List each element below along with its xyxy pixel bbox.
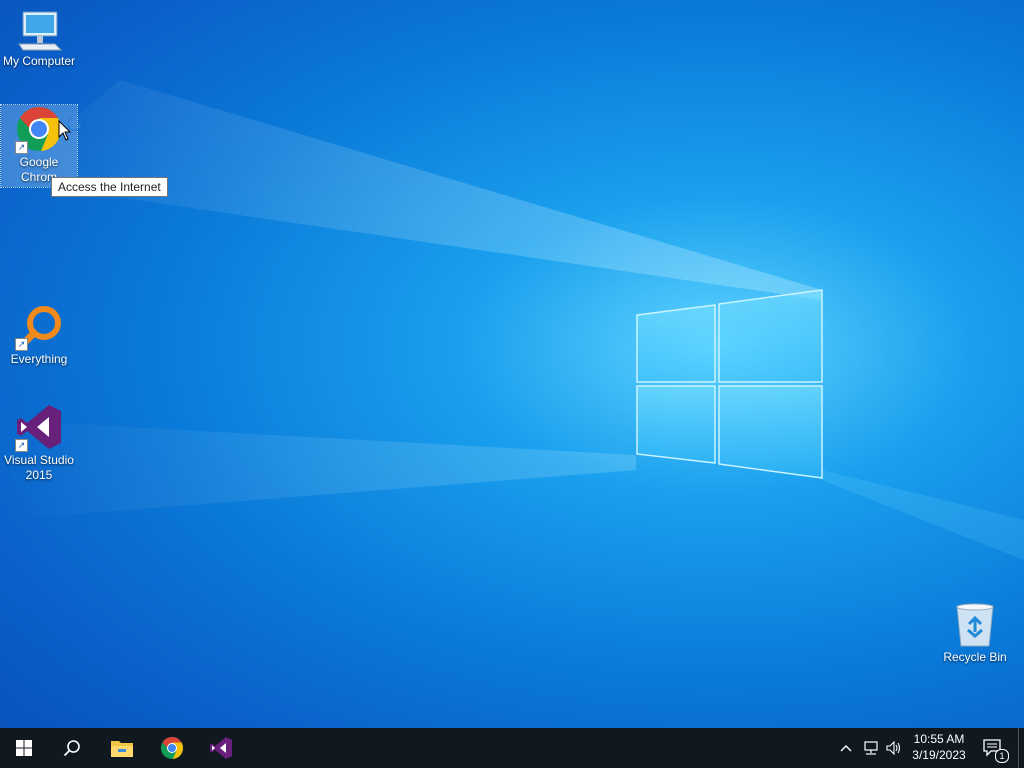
file-explorer-icon bbox=[111, 741, 133, 757]
taskbar-file-explorer[interactable] bbox=[98, 728, 146, 768]
speaker-icon bbox=[886, 741, 901, 755]
notification-count-badge: 1 bbox=[995, 749, 1009, 763]
shortcut-arrow-icon: ↗ bbox=[15, 141, 28, 154]
taskbar-chrome[interactable] bbox=[148, 728, 196, 768]
icon-label-line2: 2015 bbox=[25, 468, 53, 482]
desktop-icon-my-computer[interactable]: My Computer bbox=[1, 8, 77, 69]
show-desktop-button[interactable] bbox=[1018, 728, 1024, 768]
icon-label: Everything bbox=[10, 352, 68, 366]
busy-cursor-icon bbox=[67, 117, 81, 131]
visual-studio-icon bbox=[210, 737, 232, 759]
clock[interactable]: 10:55 AM 3/19/2023 bbox=[904, 731, 974, 763]
search-icon bbox=[63, 740, 80, 757]
action-center-button[interactable]: 1 bbox=[981, 728, 1009, 768]
recycle-bin-icon bbox=[956, 603, 994, 647]
start-button[interactable] bbox=[0, 728, 48, 768]
volume-button[interactable] bbox=[883, 728, 905, 768]
windows-start-icon bbox=[16, 740, 32, 756]
network-button[interactable] bbox=[860, 728, 882, 768]
tooltip: Access the Internet bbox=[51, 177, 168, 197]
shortcut-arrow-icon: ↗ bbox=[15, 439, 28, 452]
network-icon bbox=[864, 741, 878, 755]
icon-label-line1: Visual Studio bbox=[4, 453, 74, 467]
desktop-icon-everything[interactable]: ↗ Everything bbox=[1, 304, 77, 367]
computer-icon bbox=[18, 11, 63, 51]
chrome-icon bbox=[161, 737, 184, 759]
desktop-icon-visual-studio[interactable]: ↗ Visual Studio 2015 bbox=[1, 403, 77, 483]
desktop-icon-recycle-bin[interactable]: Recycle Bin bbox=[937, 602, 1013, 665]
icon-label: My Computer bbox=[2, 54, 76, 68]
search-button[interactable] bbox=[48, 728, 96, 768]
taskbar-visual-studio[interactable] bbox=[197, 728, 245, 768]
icon-label: Recycle Bin bbox=[943, 650, 1007, 664]
clock-date: 3/19/2023 bbox=[912, 748, 966, 762]
wallpaper bbox=[0, 80, 1024, 560]
chevron-up-icon bbox=[840, 745, 852, 752]
clock-time: 10:55 AM bbox=[913, 732, 965, 746]
shortcut-arrow-icon: ↗ bbox=[15, 338, 28, 351]
windows-logo bbox=[636, 289, 823, 479]
icon-label-line1: Google bbox=[19, 155, 59, 169]
taskbar: 10:55 AM 3/19/2023 1 bbox=[0, 728, 1024, 768]
show-hidden-icons-button[interactable] bbox=[835, 728, 857, 768]
